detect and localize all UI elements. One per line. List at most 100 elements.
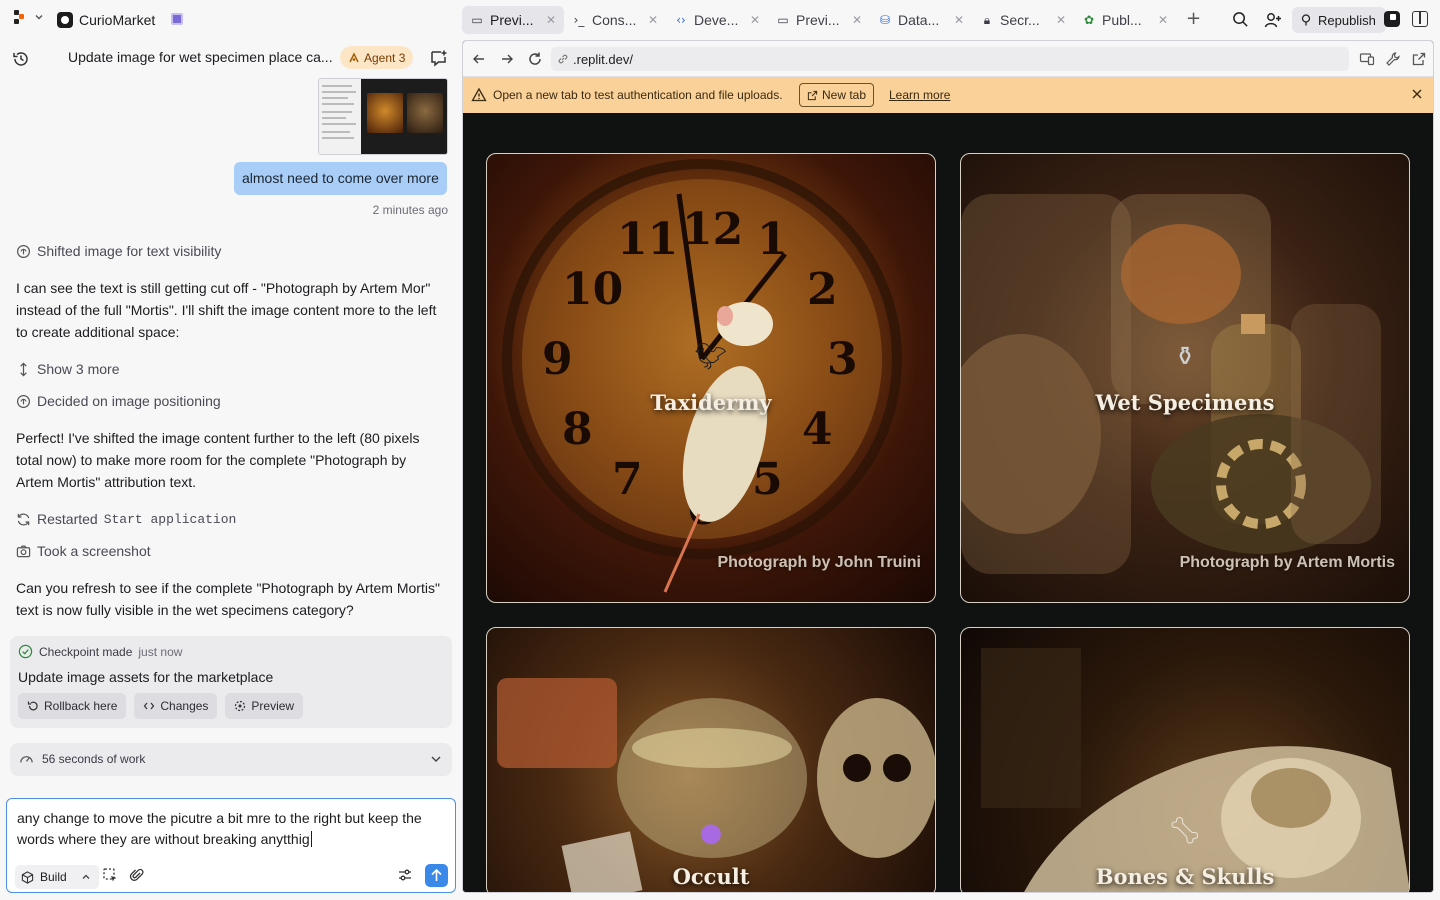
agent-thought-step[interactable]: Shifted image for text visibility (16, 243, 221, 259)
close-icon[interactable]: ✕ (648, 13, 658, 27)
tab-database[interactable]: ⛁ Data... ✕ (870, 6, 972, 34)
reload-icon[interactable] (527, 51, 543, 67)
jar-icon: ⚱ (1174, 342, 1196, 372)
new-chat-icon[interactable] (430, 49, 448, 67)
close-icon[interactable]: ✕ (852, 13, 862, 27)
devtools-wrench-icon[interactable] (1385, 51, 1401, 67)
back-icon[interactable] (471, 51, 487, 67)
settings-sliders-icon[interactable] (397, 867, 413, 883)
show-more-label: Show 3 more (37, 361, 120, 377)
agent-icon (349, 51, 359, 62)
publish-icon (1301, 14, 1311, 26)
lock-icon: 🔒︎ (983, 13, 991, 27)
photo-credit: Photograph by Artem Mortis (1179, 554, 1395, 571)
close-icon[interactable]: ✕ (750, 13, 760, 27)
workspace-tabs: ▭ Previ... ✕ ›_ Cons... ✕ ‹› Deve... ✕ ▭… (462, 6, 1176, 34)
invite-user-icon[interactable] (1264, 11, 1282, 29)
tab-label: Deve... (694, 12, 739, 28)
thumbnail-sidebar (319, 79, 361, 154)
attach-icon[interactable] (129, 867, 145, 883)
svg-text:11: 11 (617, 214, 678, 265)
thumbnail-card (407, 93, 443, 133)
close-icon[interactable] (1411, 88, 1423, 100)
specimen-jars-illustration (961, 194, 1381, 574)
rollback-label: Rollback here (44, 699, 118, 713)
expand-vertical-icon (20, 362, 27, 376)
text-caret (310, 831, 312, 847)
preview-checkpoint-button[interactable]: Preview (225, 693, 304, 719)
notice-banner: Open a new tab to test authentication an… (463, 77, 1433, 113)
svg-text:3: 3 (827, 334, 858, 385)
search-icon[interactable] (1232, 11, 1249, 28)
changes-button[interactable]: Changes (134, 693, 218, 719)
project-name[interactable]: CurioMarket (79, 12, 155, 28)
mode-selector[interactable]: Build (15, 865, 99, 889)
code-icon: ‹› (676, 13, 686, 27)
forward-icon[interactable] (499, 51, 515, 67)
preview-icon: ▭ (471, 13, 483, 27)
url-text: .replit.dev/ (573, 51, 633, 67)
tab-developer[interactable]: ‹› Deve... ✕ (666, 6, 768, 34)
close-icon[interactable]: ✕ (954, 13, 964, 27)
tab-secrets[interactable]: 🔒︎ Secr... ✕ (972, 6, 1074, 34)
replit-logo-icon (14, 10, 28, 24)
step-label: Restarted (37, 511, 98, 527)
warning-icon (471, 87, 487, 102)
show-more-button[interactable]: Show 3 more (16, 361, 119, 377)
category-card-taxidermy[interactable]: 121110 987 654 321 🐦︎ Taxidermy Photogra… (486, 153, 936, 603)
tab-label: Secr... (1000, 12, 1040, 28)
tab-publishing[interactable]: ✿ Publ... ✕ (1074, 6, 1176, 34)
close-icon[interactable]: ✕ (1056, 13, 1066, 27)
message-composer[interactable]: any change to move the picutre a bit mre… (6, 798, 456, 893)
checkpoint-actions: Rollback here Changes Preview (18, 693, 304, 719)
user-avatar[interactable] (1384, 11, 1400, 27)
tab-label: Publ... (1102, 12, 1142, 28)
agent-thought-step[interactable]: Decided on image positioning (16, 393, 221, 409)
agent-version-badge[interactable]: Agent 3 (340, 46, 414, 69)
thumbnail-preview (361, 79, 447, 154)
thinking-icon (16, 244, 31, 258)
composer-input[interactable]: any change to move the picutre a bit mre… (17, 808, 437, 850)
clock-mouse-illustration: 121110 987 654 321 (502, 159, 902, 593)
agent-action-step[interactable]: Took a screenshot (16, 543, 151, 559)
close-icon[interactable]: ✕ (1158, 13, 1168, 27)
category-card-wet-specimens[interactable]: ⚱ Wet Specimens Photograph by Artem Mort… (960, 153, 1410, 603)
layout-toggle-icon[interactable] (1412, 11, 1428, 27)
devices-icon[interactable] (1359, 51, 1375, 67)
tab-preview[interactable]: ▭ Previ... ✕ (462, 6, 564, 34)
category-card-occult[interactable]: ● Occult (486, 627, 936, 892)
add-tab-icon[interactable]: + (1186, 10, 1201, 28)
agent-action-step[interactable]: Restarted Start application (16, 511, 236, 527)
crystal-ball-icon: ● (699, 818, 723, 848)
category-grid: 121110 987 654 321 🐦︎ Taxidermy Photogra… (463, 113, 1433, 892)
send-button[interactable] (425, 864, 448, 887)
new-tab-button[interactable]: New tab (799, 83, 875, 107)
work-summary[interactable]: 56 seconds of work (10, 743, 452, 776)
category-title: Taxidermy (650, 390, 772, 415)
step-label: Took a screenshot (37, 543, 151, 559)
rollback-button[interactable]: Rollback here (18, 693, 127, 719)
url-bar[interactable]: .replit.dev/ (551, 47, 1349, 71)
skull-illustration (981, 648, 1409, 892)
chevron-down-icon (35, 15, 43, 20)
republish-button[interactable]: Republish (1292, 7, 1386, 33)
select-element-icon[interactable] (102, 867, 118, 883)
work-duration-label: 56 seconds of work (42, 752, 146, 766)
link-icon (558, 54, 568, 64)
learn-more-link[interactable]: Learn more (889, 88, 950, 102)
attached-screenshot-thumbnail[interactable] (318, 78, 448, 155)
category-card-bones-skulls[interactable]: 🦴︎ Bones & Skulls (960, 627, 1410, 892)
cube-icon (21, 870, 34, 884)
tab-preview-2[interactable]: ▭ Previ... ✕ (768, 6, 870, 34)
svg-text:10: 10 (562, 264, 623, 315)
preview-icon (235, 700, 246, 712)
restart-icon (17, 513, 30, 525)
replit-menu[interactable] (14, 10, 44, 24)
close-icon[interactable]: ✕ (546, 13, 556, 27)
agent-message: I can see the text is still getting cut … (16, 280, 437, 340)
history-icon[interactable] (12, 50, 30, 68)
tab-console[interactable]: ›_ Cons... ✕ (564, 6, 666, 34)
banner-message: Open a new tab to test authentication an… (493, 88, 783, 102)
open-external-icon[interactable] (1411, 51, 1427, 67)
photo-credit: Photograph by John Truini (717, 554, 921, 571)
